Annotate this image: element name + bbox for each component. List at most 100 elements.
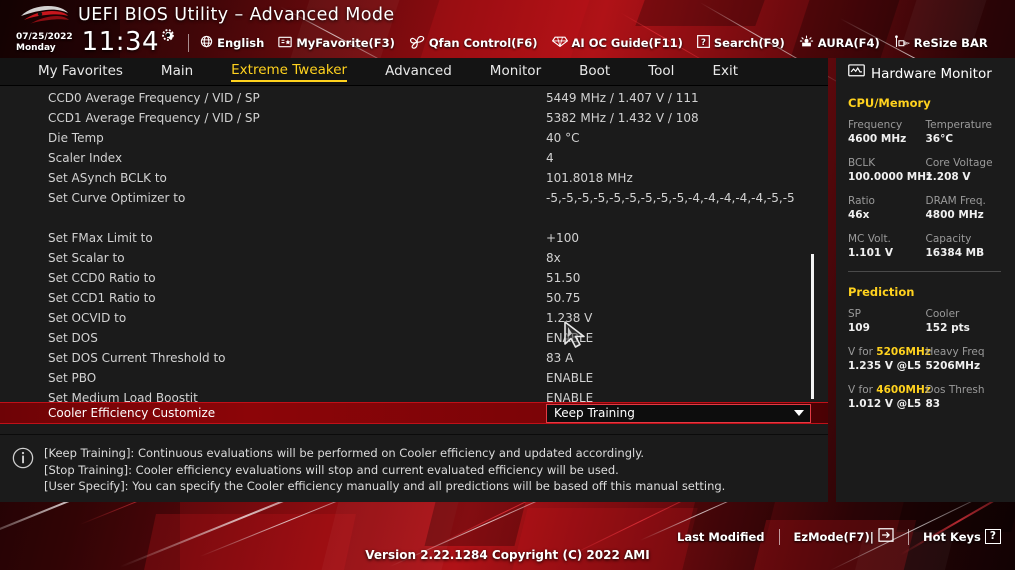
sidebar-metric-row: Ratio 46x DRAM Freq. 4800 MHz [848,195,1003,222]
menu-item-exit[interactable]: Exit [712,63,738,81]
sidebar-metric: V for 5206MHz 1.235 V @L5 [848,346,931,373]
sidebar-metric-row: Frequency 4600 MHz Temperature 36°C [848,119,1003,146]
metric-value: 16384 MB [925,247,985,259]
help-line: [User Specify]: You can specify the Cool… [44,479,726,493]
sidebar-metric: Cooler 152 pts [926,308,1004,335]
toolbar-label: MyFavorite(F3) [296,36,395,50]
info-icon [12,447,34,474]
setting-value: 8x [546,251,561,265]
setting-label: CCD1 Average Frequency / VID / SP [48,111,260,125]
setting-label: Set DOS [48,331,98,345]
setting-label: Scaler Index [48,151,123,165]
metric-key-text: V for [848,346,877,358]
setting-row[interactable]: Set PBO ENABLE [0,368,828,388]
hotkeys-button[interactable]: Hot Keys ? [923,529,1001,544]
setting-row[interactable]: Set FMax Limit to +100 [0,228,828,248]
setting-value: ENABLE [546,371,594,385]
gear-icon[interactable] [161,28,175,47]
toolbar-item-ai-oc-guide[interactable]: AI OC Guide(F11) [551,35,683,51]
sidebar-section-title: CPU/Memory [848,96,931,110]
exit-arrow-icon [878,528,894,545]
menu-item-tool[interactable]: Tool [648,63,674,81]
settings-list: Cooler Efficiency Customize Keep Training… [0,86,828,434]
setting-value: 50.75 [546,291,581,305]
toolbar-item-qfan-control[interactable]: Qfan Control(F6) [409,35,538,52]
metric-value: 100.0000 MHz [848,171,933,183]
setting-value: -5,-5,-5,-5,-5,-5,-5,-5,-5,-4,-4,-4,-4,-… [546,191,795,205]
setting-label: Set ASynch BCLK to [48,171,167,185]
sidebar-section-title: Prediction [848,285,915,299]
sidebar-metric-row: BCLK 100.0000 MHz Core Voltage 1.208 V [848,157,1003,184]
toolbar-item-english[interactable]: English [200,35,264,51]
sidebar-metric: SP 109 [848,308,926,335]
setting-label: CCD0 Average Frequency / VID / SP [48,91,260,105]
metric-value: 4800 MHz [925,209,984,221]
help-panel: [Keep Training]: Continuous evaluations … [0,434,828,502]
setting-row[interactable]: Set OCVID to 1.238 V [0,308,828,328]
setting-label: Set Medium Load Boostit [48,391,198,405]
toolbar-item-aura[interactable]: AURA(F4) [799,35,880,52]
sidebar-metric: Core Voltage 1.208 V [926,157,1004,184]
menu-item-monitor[interactable]: Monitor [490,63,541,81]
sidebar-metric: Heavy Freq 5206MHz [926,346,1004,373]
setting-label: Set OCVID to [48,311,127,325]
sidebar-metric: Dos Thresh 83 [926,384,1004,411]
metric-key: V for 5206MHz [848,346,931,359]
metric-key: Ratio [848,195,875,207]
metric-value: 109 [848,322,870,334]
setting-label: Set CCD1 Ratio to [48,291,156,305]
rog-eye-logo [18,4,70,26]
footer-divider-1 [778,528,780,545]
metric-value: 46x [848,209,870,221]
metric-key: MC Volt. [848,233,891,245]
setting-row[interactable]: Set Medium Load Boostit ENABLE [0,388,828,408]
help-text: [Keep Training]: Continuous evaluations … [44,445,816,495]
hotkeys-label: Hot Keys [923,529,981,544]
menu-item-advanced[interactable]: Advanced [385,63,452,81]
setting-row[interactable]: Set DOS ENABLE [0,328,828,348]
metric-value: 152 pts [925,322,970,334]
resize-bar-icon [894,34,910,52]
setting-row[interactable]: Die Temp 40 °C [0,128,828,148]
setting-row[interactable]: CCD0 Average Frequency / VID / SP 5449 MH… [0,88,828,108]
menu-item-extreme-tweaker[interactable]: Extreme Tweaker [231,62,348,82]
metric-key: Temperature [925,119,993,131]
setting-row[interactable]: Set CCD0 Ratio to 51.50 [0,268,828,288]
setting-row[interactable]: Set DOS Current Threshold to 83 A [0,348,828,368]
setting-row[interactable]: Set CCD1 Ratio to 50.75 [0,288,828,308]
setting-row[interactable]: CCD1 Average Frequency / VID / SP 5382 MH… [0,108,828,128]
hardware-monitor-title: Hardware Monitor [848,58,1003,83]
metric-key-text: V for [848,384,877,396]
setting-row[interactable]: Set Scalar to 8x [0,248,828,268]
metric-key: V for 4600MHz [848,384,931,397]
main-menu-bar: My Favorites Main Extreme Tweaker Advanced M… [0,58,828,86]
setting-label: Cooler Efficiency Customize [48,406,216,420]
hardware-monitor-panel: Hardware Monitor CPU/Memory Frequency 4600… [836,58,1015,502]
setting-row[interactable]: Set ASynch BCLK to 101.8018 MHz [0,168,828,188]
sidebar-metric: MC Volt. 1.101 V [848,233,926,260]
setting-value: 40 °C [546,131,580,145]
metric-key: BCLK [848,157,876,169]
toolbar-item-myfavorite[interactable]: MyFavorite(F3) [278,36,395,51]
menu-item-my-favorites[interactable]: My Favorites [38,63,123,81]
toolbar-item-resize-bar[interactable]: ReSize BAR [894,34,988,52]
setting-row[interactable]: Set Curve Optimizer to -5,-5,-5,-5,-5,-5,… [0,188,828,208]
setting-value: 5382 MHz / 1.432 V / 108 [546,111,699,125]
ezmode-button[interactable]: EzMode(F7)| [794,528,895,545]
scrollbar-thumb[interactable] [811,254,814,399]
menu-item-main[interactable]: Main [161,63,193,81]
hotkeys-key-badge: ? [984,529,1001,544]
bios-screen: UEFI BIOS Utility – Advanced Mode 07/25/… [0,0,1015,570]
setting-row[interactable]: Scaler Index 4 [0,148,828,168]
metric-key-highlight: 4600MHz [876,384,931,396]
metric-key: Frequency [848,119,903,131]
last-modified-button[interactable]: Last Modified [677,530,765,544]
sidebar-metric: Capacity 16384 MB [926,233,1004,260]
sidebar-metric-row: V for 4600MHz 1.012 V @L5 Dos Thresh 83 [848,384,1003,411]
menu-item-boot[interactable]: Boot [579,63,610,81]
svg-text:?: ? [701,37,706,47]
toolbar-item-search[interactable]: ? Search(F9) [696,35,785,51]
star-list-icon [278,36,293,51]
sidebar-metric: DRAM Freq. 4800 MHz [926,195,1004,222]
date-text: 07/25/2022 [16,32,73,42]
